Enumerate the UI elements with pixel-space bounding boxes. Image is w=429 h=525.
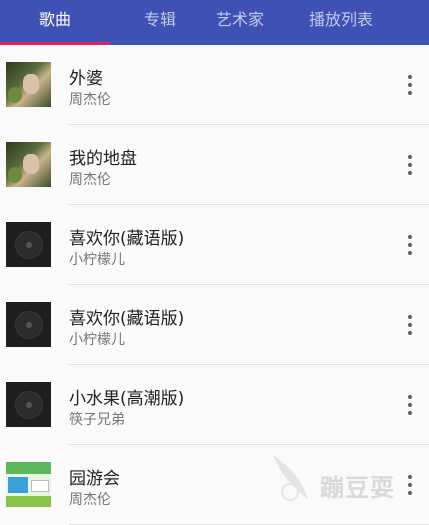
tab-albums[interactable]: 专辑 [130,0,190,45]
more-options-icon[interactable] [401,473,419,497]
song-artist: 小柠檬儿 [69,332,125,348]
song-artist: 周杰伦 [69,492,111,508]
song-title: 外婆 [69,69,103,89]
disc-placeholder-icon [6,302,51,347]
song-artist: 小柠檬儿 [69,252,125,268]
album-cover [6,142,51,187]
song-row[interactable]: 喜欢你(藏语版) 小柠檬儿 [0,205,429,285]
more-options-icon[interactable] [401,393,419,417]
song-row[interactable]: 喜欢你(藏语版) 小柠檬儿 [0,285,429,365]
tab-songs[interactable]: 歌曲 [0,0,110,45]
more-options-icon[interactable] [401,153,419,177]
song-title: 小水果(高潮版) [69,389,185,409]
disc-placeholder-icon [6,382,51,427]
more-options-icon[interactable] [401,233,419,257]
song-row[interactable]: 外婆 周杰伦 [0,45,429,125]
song-row[interactable]: 我的地盘 周杰伦 [0,125,429,205]
song-title: 喜欢你(藏语版) [69,229,185,249]
disc-placeholder-icon [6,222,51,267]
song-row[interactable]: 小水果(高潮版) 筷子兄弟 [0,365,429,445]
song-row[interactable]: 园游会 周杰伦 [0,445,429,525]
song-title: 喜欢你(藏语版) [69,309,185,329]
tab-playlists-label: 播放列表 [308,10,373,29]
album-cover [6,462,51,507]
more-options-icon[interactable] [401,313,419,337]
song-title: 园游会 [69,469,120,489]
album-cover [6,62,51,107]
song-artist: 筷子兄弟 [69,412,125,428]
cover-art-figure [23,74,39,94]
tab-playlists[interactable]: 播放列表 [286,0,396,45]
song-list: 外婆 周杰伦 我的地盘 周杰伦 喜欢你(藏语版) 小柠檬儿 喜欢你(藏语版) 小… [0,45,429,525]
tab-songs-label: 歌曲 [38,10,71,29]
cover-art-leaf [8,87,22,103]
song-artist: 周杰伦 [69,172,111,188]
tab-albums-label: 专辑 [143,10,176,29]
more-options-icon[interactable] [401,73,419,97]
tab-artists-label: 艺术家 [215,10,264,29]
song-artist: 周杰伦 [69,92,111,108]
tab-artists[interactable]: 艺术家 [202,0,278,45]
cover-art-figure [23,154,39,174]
song-title: 我的地盘 [69,149,137,169]
tab-bar: 歌曲 专辑 艺术家 播放列表 [0,0,429,45]
cover-art-leaf [8,167,22,183]
